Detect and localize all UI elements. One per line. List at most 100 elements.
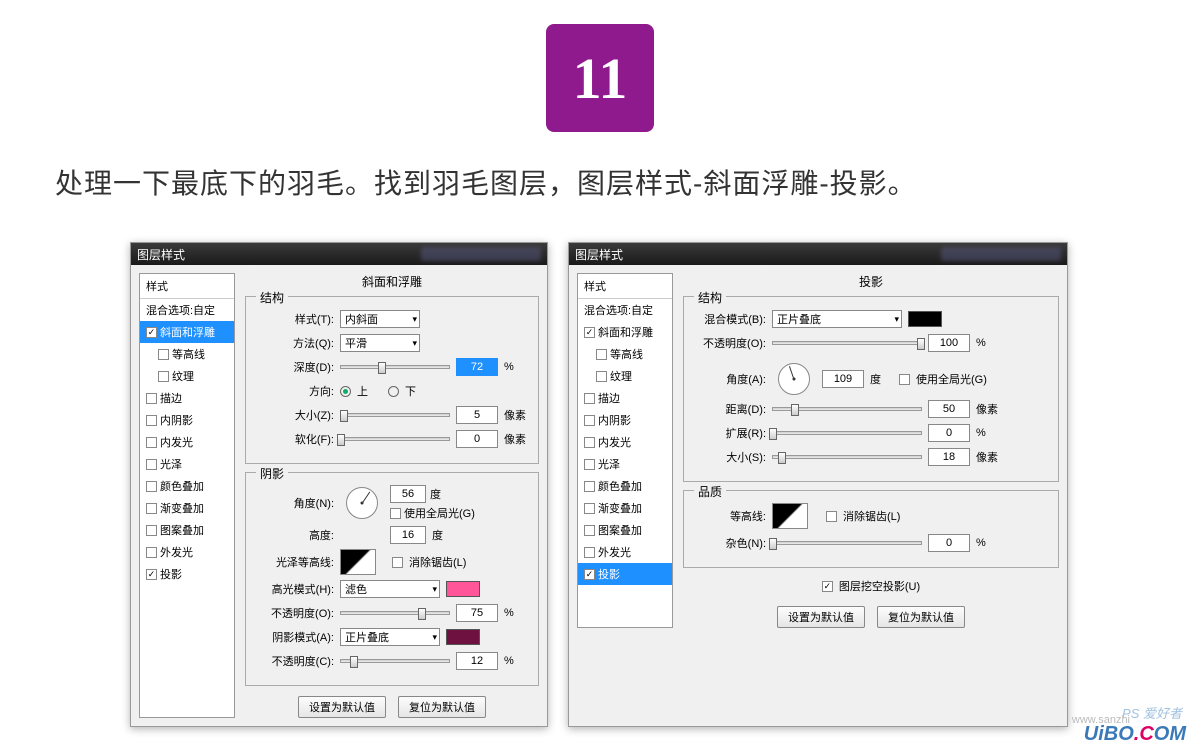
checkbox-icon[interactable] xyxy=(584,547,595,558)
checkbox-icon[interactable] xyxy=(146,569,157,580)
sidebar-item[interactable]: 外发光 xyxy=(578,541,672,563)
angle-label: 角度(A): xyxy=(694,371,766,387)
sidebar-item[interactable]: 颜色叠加 xyxy=(578,475,672,497)
noise-slider[interactable] xyxy=(772,541,922,545)
noise-label: 杂色(N): xyxy=(694,535,766,551)
shadow-color-chip[interactable] xyxy=(446,629,480,645)
sidebar-item[interactable]: 光泽 xyxy=(578,453,672,475)
reset-default-button[interactable]: 复位为默认值 xyxy=(398,696,486,718)
checkbox-icon[interactable] xyxy=(158,349,169,360)
sidebar-item[interactable]: 描边 xyxy=(578,387,672,409)
sidebar-item[interactable]: 斜面和浮雕 xyxy=(140,321,234,343)
global-light-checkbox[interactable] xyxy=(390,508,401,519)
checkbox-icon[interactable] xyxy=(596,371,607,382)
checkbox-icon[interactable] xyxy=(146,547,157,558)
depth-slider[interactable] xyxy=(340,365,450,369)
checkbox-icon[interactable] xyxy=(584,525,595,536)
checkbox-icon[interactable] xyxy=(158,371,169,382)
checkbox-icon[interactable] xyxy=(584,569,595,580)
opacity-input[interactable]: 100 xyxy=(928,334,970,352)
angle-dial[interactable] xyxy=(346,487,378,519)
sidebar-item[interactable]: 投影 xyxy=(140,563,234,585)
spread-input[interactable]: 0 xyxy=(928,424,970,442)
sidebar-item[interactable]: 光泽 xyxy=(140,453,234,475)
highlight-color-chip[interactable] xyxy=(446,581,480,597)
sidebar-blend-options[interactable]: 混合选项:自定 xyxy=(578,299,672,321)
sidebar-item[interactable]: 渐变叠加 xyxy=(140,497,234,519)
set-default-button[interactable]: 设置为默认值 xyxy=(777,606,865,628)
highlight-opacity-input[interactable]: 75 xyxy=(456,604,498,622)
altitude-input[interactable]: 16 xyxy=(390,526,426,544)
size-slider[interactable] xyxy=(772,455,922,459)
opacity-slider[interactable] xyxy=(772,341,922,345)
checkbox-icon[interactable] xyxy=(596,349,607,360)
checkbox-icon[interactable] xyxy=(584,459,595,470)
sidebar-item[interactable]: 渐变叠加 xyxy=(578,497,672,519)
sidebar-item[interactable]: 投影 xyxy=(578,563,672,585)
size-slider[interactable] xyxy=(340,413,450,417)
shadow-opacity-slider[interactable] xyxy=(340,659,450,663)
sidebar-item[interactable]: 内阴影 xyxy=(578,409,672,431)
shadow-color-chip[interactable] xyxy=(908,311,942,327)
shadow-opacity-input[interactable]: 12 xyxy=(456,652,498,670)
sidebar-item[interactable]: 外发光 xyxy=(140,541,234,563)
angle-dial[interactable] xyxy=(778,363,810,395)
checkbox-icon[interactable] xyxy=(146,327,157,338)
global-light-checkbox[interactable] xyxy=(899,374,910,385)
direction-down-radio[interactable] xyxy=(388,386,399,397)
angle-input[interactable]: 56 xyxy=(390,485,426,503)
checkbox-icon[interactable] xyxy=(584,481,595,492)
checkbox-icon[interactable] xyxy=(584,437,595,448)
gloss-contour-picker[interactable] xyxy=(340,549,376,575)
highlight-mode-select[interactable]: 滤色 xyxy=(340,580,440,598)
sidebar-item[interactable]: 内阴影 xyxy=(140,409,234,431)
shadow-mode-select[interactable]: 正片叠底 xyxy=(340,628,440,646)
checkbox-icon[interactable] xyxy=(146,415,157,426)
antialias-checkbox[interactable] xyxy=(392,557,403,568)
soften-input[interactable]: 0 xyxy=(456,430,498,448)
checkbox-icon[interactable] xyxy=(146,481,157,492)
set-default-button[interactable]: 设置为默认值 xyxy=(298,696,386,718)
sidebar-item[interactable]: 图案叠加 xyxy=(578,519,672,541)
checkbox-icon[interactable] xyxy=(146,437,157,448)
contour-picker[interactable] xyxy=(772,503,808,529)
sidebar-item[interactable]: 等高线 xyxy=(140,343,234,365)
sidebar-item[interactable]: 斜面和浮雕 xyxy=(578,321,672,343)
checkbox-icon[interactable] xyxy=(584,393,595,404)
noise-input[interactable]: 0 xyxy=(928,534,970,552)
direction-up-radio[interactable] xyxy=(340,386,351,397)
instruction-text: 处理一下最底下的羽毛。找到羽毛图层，图层样式-斜面浮雕-投影。 xyxy=(0,162,1200,202)
checkbox-icon[interactable] xyxy=(146,525,157,536)
spread-slider[interactable] xyxy=(772,431,922,435)
sidebar-item[interactable]: 颜色叠加 xyxy=(140,475,234,497)
soften-slider[interactable] xyxy=(340,437,450,441)
sidebar-item[interactable]: 纹理 xyxy=(140,365,234,387)
blend-mode-select[interactable]: 正片叠底 xyxy=(772,310,902,328)
antialias-checkbox[interactable] xyxy=(826,511,837,522)
checkbox-icon[interactable] xyxy=(146,459,157,470)
size-input[interactable]: 18 xyxy=(928,448,970,466)
checkbox-icon[interactable] xyxy=(584,503,595,514)
titlebar-blur xyxy=(421,247,541,261)
sidebar-item[interactable]: 等高线 xyxy=(578,343,672,365)
distance-input[interactable]: 50 xyxy=(928,400,970,418)
method-select[interactable]: 平滑 xyxy=(340,334,420,352)
reset-default-button[interactable]: 复位为默认值 xyxy=(877,606,965,628)
sidebar-item[interactable]: 描边 xyxy=(140,387,234,409)
sidebar-item[interactable]: 内发光 xyxy=(140,431,234,453)
checkbox-icon[interactable] xyxy=(584,327,595,338)
depth-input[interactable]: 72 xyxy=(456,358,498,376)
style-select[interactable]: 内斜面 xyxy=(340,310,420,328)
checkbox-icon[interactable] xyxy=(146,393,157,404)
checkbox-icon[interactable] xyxy=(146,503,157,514)
sidebar-blend-options[interactable]: 混合选项:自定 xyxy=(140,299,234,321)
sidebar-item[interactable]: 图案叠加 xyxy=(140,519,234,541)
distance-slider[interactable] xyxy=(772,407,922,411)
size-input[interactable]: 5 xyxy=(456,406,498,424)
checkbox-icon[interactable] xyxy=(584,415,595,426)
angle-input[interactable]: 109 xyxy=(822,370,864,388)
sidebar-item[interactable]: 纹理 xyxy=(578,365,672,387)
sidebar-item[interactable]: 内发光 xyxy=(578,431,672,453)
highlight-opacity-slider[interactable] xyxy=(340,611,450,615)
knockout-checkbox[interactable] xyxy=(822,581,833,592)
